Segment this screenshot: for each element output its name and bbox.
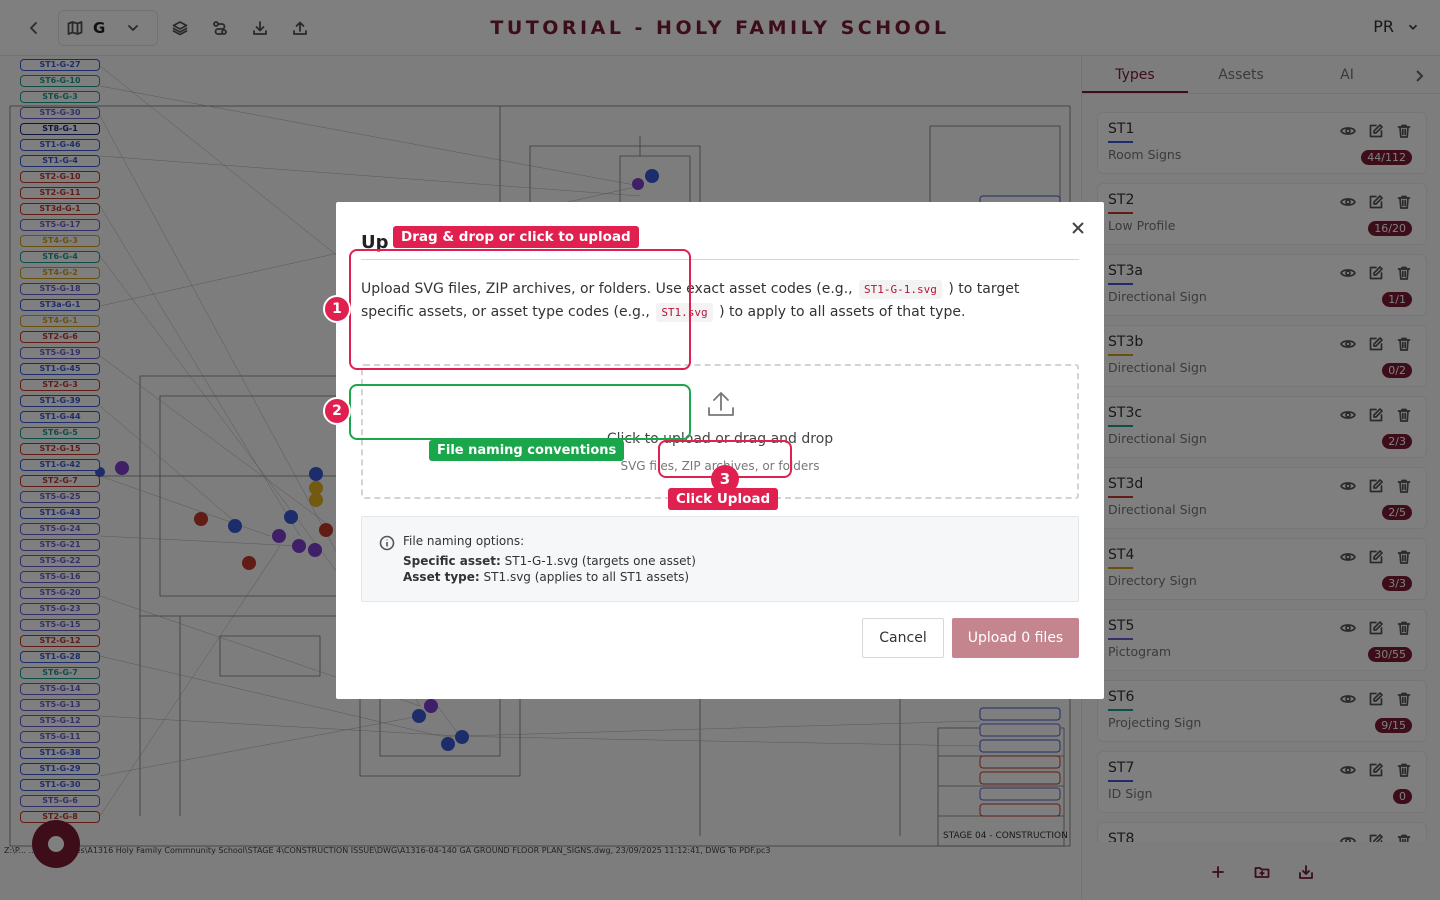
example-asset-code: ST1-G-1.svg (859, 280, 942, 299)
step3-label: Click Upload (668, 488, 779, 510)
desc-text-3: ) to apply to all assets of that type. (719, 304, 966, 320)
step1-label: Drag & drop or click to upload (393, 226, 639, 248)
info-specific-text: ST1-G-1.svg (targets one asset) (504, 554, 696, 568)
naming-info-box: File naming options: Specific asset: ST1… (361, 516, 1079, 602)
info-asset-type: Asset type: ST1.svg (applies to all ST1 … (403, 570, 689, 584)
step1-number-badge: 1 (323, 295, 351, 323)
info-icon (379, 535, 395, 551)
step2-label: File naming conventions (429, 440, 625, 461)
info-specific-label: Specific asset: (403, 554, 501, 568)
step2-number-badge: 2 (323, 397, 351, 425)
upload-icon (705, 388, 737, 420)
step2-highlight (349, 384, 691, 440)
upload-files-button[interactable]: Upload 0 files (952, 618, 1079, 658)
info-type-text: ST1.svg (applies to all ST1 assets) (483, 570, 690, 584)
close-icon (1072, 222, 1084, 234)
info-title: File naming options: (403, 534, 525, 548)
step1-highlight (349, 249, 691, 370)
info-type-label: Asset type: (403, 570, 480, 584)
info-specific-asset: Specific asset: ST1-G-1.svg (targets one… (403, 554, 696, 568)
cancel-button[interactable]: Cancel (862, 618, 944, 658)
close-button[interactable] (1068, 218, 1088, 238)
